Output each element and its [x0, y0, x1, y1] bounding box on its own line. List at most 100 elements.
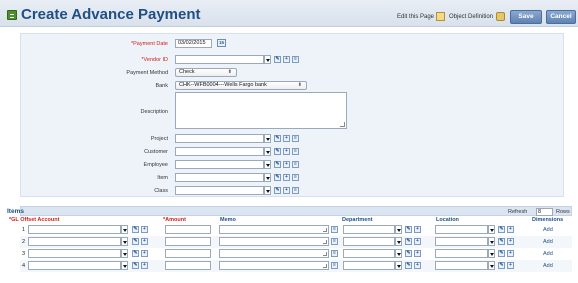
edit-icon[interactable]: ✎	[274, 135, 281, 142]
location-dropdown-icon[interactable]	[488, 225, 495, 234]
add-icon[interactable]: +	[283, 187, 290, 194]
memo-input[interactable]	[219, 225, 329, 234]
bank-select[interactable]: CHK--WFB0004---Wells Fargo bank ⬍	[175, 81, 307, 90]
department-dropdown-icon[interactable]	[395, 225, 402, 234]
gl-offset-dropdown-icon[interactable]	[121, 225, 128, 234]
edit-this-page-link[interactable]: Edit this Page	[397, 14, 434, 20]
employee-input[interactable]	[175, 160, 264, 169]
edit-icon[interactable]: ✎	[132, 238, 139, 245]
edit-icon[interactable]: ✎	[405, 262, 412, 269]
object-definition-icon[interactable]	[496, 12, 505, 21]
gl-offset-dropdown-icon[interactable]	[121, 237, 128, 246]
employee-dropdown-icon[interactable]	[264, 160, 271, 169]
item-dropdown-icon[interactable]	[264, 173, 271, 182]
edit-icon[interactable]: ✎	[132, 226, 139, 233]
add-icon[interactable]: +	[141, 262, 148, 269]
description-textarea[interactable]	[175, 92, 347, 129]
gl-offset-dropdown-icon[interactable]	[121, 249, 128, 258]
memo-input[interactable]	[219, 249, 329, 258]
memo-list-icon[interactable]: ≡	[331, 250, 338, 257]
amount-input[interactable]	[165, 249, 211, 258]
dimensions-add-link[interactable]: Add	[543, 239, 553, 245]
location-input[interactable]	[435, 237, 488, 246]
payment-date-input[interactable]: 03/02/2015	[175, 39, 212, 48]
dimensions-add-link[interactable]: Add	[543, 263, 553, 269]
memo-input[interactable]	[219, 237, 329, 246]
amount-input[interactable]	[165, 261, 211, 270]
edit-icon[interactable]: ✎	[405, 226, 412, 233]
dimensions-add-link[interactable]: Add	[543, 251, 553, 257]
add-icon[interactable]: +	[141, 238, 148, 245]
add-icon[interactable]: +	[507, 262, 514, 269]
customer-dropdown-icon[interactable]	[264, 147, 271, 156]
memo-input[interactable]	[219, 261, 329, 270]
payment-method-select[interactable]: Check ⬍	[175, 68, 237, 77]
memo-list-icon[interactable]: ≡	[331, 262, 338, 269]
department-dropdown-icon[interactable]	[395, 261, 402, 270]
edit-icon[interactable]: ✎	[498, 250, 505, 257]
add-icon[interactable]: +	[283, 56, 290, 63]
edit-icon[interactable]: ✎	[498, 262, 505, 269]
class-dropdown-icon[interactable]	[264, 186, 271, 195]
list-icon[interactable]: ≡	[292, 135, 299, 142]
edit-icon[interactable]: ✎	[274, 148, 281, 155]
amount-input[interactable]	[165, 225, 211, 234]
gl-offset-input[interactable]	[28, 237, 121, 246]
gl-offset-input[interactable]	[28, 249, 121, 258]
add-icon[interactable]: +	[414, 250, 421, 257]
class-input[interactable]	[175, 186, 264, 195]
list-icon[interactable]: ≡	[292, 56, 299, 63]
department-input[interactable]	[343, 261, 395, 270]
edit-icon[interactable]: ✎	[498, 226, 505, 233]
add-icon[interactable]: +	[414, 262, 421, 269]
add-icon[interactable]: +	[414, 238, 421, 245]
add-icon[interactable]: +	[283, 148, 290, 155]
location-dropdown-icon[interactable]	[488, 261, 495, 270]
add-icon[interactable]: +	[283, 135, 290, 142]
department-input[interactable]	[343, 237, 395, 246]
calendar-icon[interactable]: 15	[217, 39, 226, 47]
amount-input[interactable]	[165, 237, 211, 246]
edit-icon[interactable]: ✎	[274, 161, 281, 168]
list-icon[interactable]: ≡	[292, 148, 299, 155]
location-dropdown-icon[interactable]	[488, 249, 495, 258]
add-icon[interactable]: +	[283, 161, 290, 168]
edit-icon[interactable]: ✎	[274, 187, 281, 194]
edit-page-icon[interactable]	[436, 12, 445, 21]
dimensions-add-link[interactable]: Add	[543, 227, 553, 233]
project-input[interactable]	[175, 134, 264, 143]
location-input[interactable]	[435, 225, 488, 234]
project-dropdown-icon[interactable]	[264, 134, 271, 143]
add-icon[interactable]: +	[141, 250, 148, 257]
edit-icon[interactable]: ✎	[274, 56, 281, 63]
vendor-id-dropdown-icon[interactable]	[264, 55, 271, 64]
add-icon[interactable]: +	[507, 226, 514, 233]
cancel-button[interactable]: Cancel	[546, 10, 576, 24]
save-button[interactable]: Save	[510, 10, 542, 24]
location-input[interactable]	[435, 249, 488, 258]
gl-offset-input[interactable]	[28, 225, 121, 234]
memo-list-icon[interactable]: ≡	[331, 238, 338, 245]
item-input[interactable]	[175, 173, 264, 182]
add-icon[interactable]: +	[141, 226, 148, 233]
department-dropdown-icon[interactable]	[395, 249, 402, 258]
customer-input[interactable]	[175, 147, 264, 156]
department-dropdown-icon[interactable]	[395, 237, 402, 246]
edit-icon[interactable]: ✎	[132, 262, 139, 269]
department-input[interactable]	[343, 225, 395, 234]
edit-icon[interactable]: ✎	[274, 174, 281, 181]
add-icon[interactable]: +	[414, 226, 421, 233]
department-input[interactable]	[343, 249, 395, 258]
list-icon[interactable]: ≡	[292, 161, 299, 168]
object-definition-link[interactable]: Object Definition	[449, 14, 493, 20]
add-icon[interactable]: +	[507, 238, 514, 245]
list-icon[interactable]: ≡	[292, 187, 299, 194]
edit-icon[interactable]: ✎	[405, 238, 412, 245]
edit-icon[interactable]: ✎	[498, 238, 505, 245]
vendor-id-input[interactable]	[175, 55, 264, 64]
rows-count-input[interactable]: 8	[536, 208, 553, 216]
location-dropdown-icon[interactable]	[488, 237, 495, 246]
gl-offset-dropdown-icon[interactable]	[121, 261, 128, 270]
memo-list-icon[interactable]: ≡	[331, 226, 338, 233]
location-input[interactable]	[435, 261, 488, 270]
